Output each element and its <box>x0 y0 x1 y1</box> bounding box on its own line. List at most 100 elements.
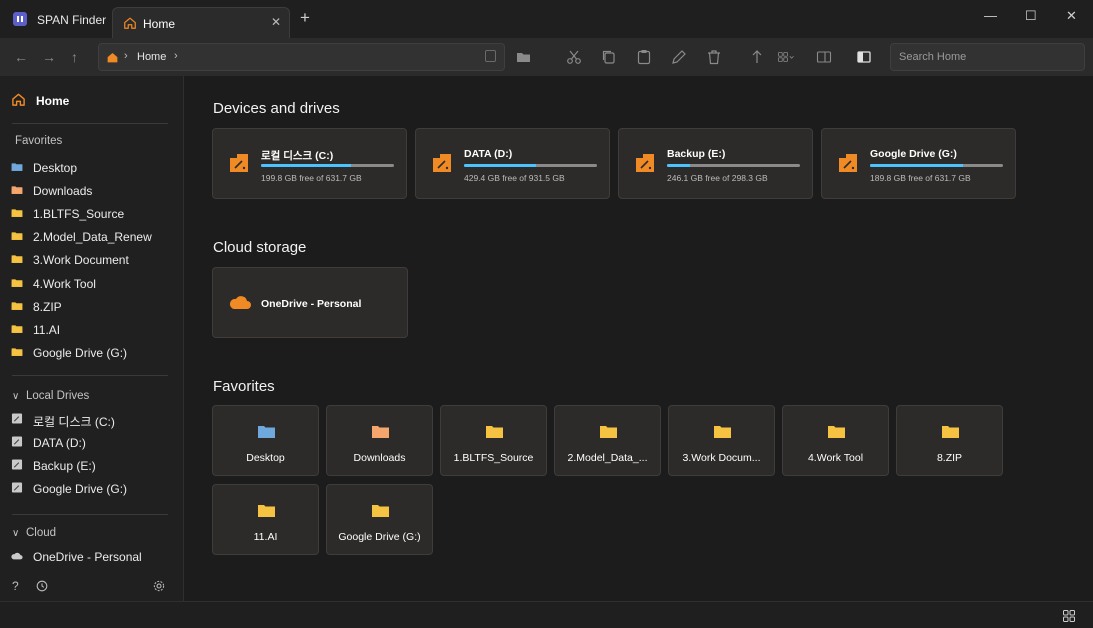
drive-icon <box>433 154 451 172</box>
folder-icon <box>372 426 389 438</box>
address-bar[interactable]: › Home › <box>98 43 505 71</box>
favorite-tile[interactable]: 11.AI <box>212 484 319 555</box>
sidebar-item-drive[interactable]: 로컬 디스크 (C:) <box>11 410 171 430</box>
drive-name: 로컬 디스크 (C:) <box>261 150 334 162</box>
folder-icon <box>11 186 23 195</box>
favorite-tile[interactable]: Desktop <box>212 405 319 476</box>
search-input[interactable] <box>890 43 1085 71</box>
delete-icon[interactable] <box>705 48 723 66</box>
tab-label: Home <box>143 17 176 31</box>
cloud-card-onedrive[interactable]: OneDrive - Personal <box>212 267 408 338</box>
cut-icon[interactable] <box>565 48 583 66</box>
sidebar-item-favorite[interactable]: Google Drive (G:) <box>11 343 171 363</box>
copy-icon[interactable] <box>600 48 618 66</box>
drive-name: Backup (E:) <box>667 148 726 160</box>
section-title-favorites: Favorites <box>213 378 275 395</box>
favorite-tile-label: 1.BLTFS_Source <box>453 452 534 464</box>
drive-name: Google Drive (G:) <box>870 148 957 160</box>
chevron-right-icon[interactable]: › <box>174 50 178 62</box>
sidebar-section-local-drives[interactable]: Local Drives <box>26 390 89 402</box>
cloud-icon <box>11 552 23 560</box>
paste-icon[interactable] <box>635 48 653 66</box>
folder-icon <box>828 426 845 438</box>
sidebar-divider <box>12 514 168 515</box>
drive-card[interactable]: Backup (E:) 246.1 GB free of 298.3 GB <box>618 128 813 199</box>
toolbar: ← → ↑ › Home › <box>0 38 1093 76</box>
sidebar-item-favorite[interactable]: 3.Work Document <box>11 250 171 270</box>
grid-view-icon[interactable] <box>1063 610 1075 622</box>
status-bar <box>0 601 1093 628</box>
chevron-right-icon[interactable]: › <box>124 50 128 62</box>
sidebar-item-label: 로컬 디스크 (C:) <box>33 415 115 429</box>
sidebar-section-favorites: Favorites <box>15 135 63 147</box>
app-logo-icon <box>13 12 27 26</box>
drive-free-space: 429.4 GB free of 931.5 GB <box>464 173 565 183</box>
sidebar-item-favorite[interactable]: 1.BLTFS_Source <box>11 204 171 224</box>
favorite-tile[interactable]: 4.Work Tool <box>782 405 889 476</box>
copy-path-icon[interactable] <box>485 50 496 62</box>
up-button[interactable]: ↑ <box>71 49 78 65</box>
favorite-tile[interactable]: 8.ZIP <box>896 405 1003 476</box>
preview-pane-icon[interactable] <box>815 48 833 66</box>
sidebar: Home Favorites Desktop Downloads 1.BLTFS_S… <box>0 76 184 601</box>
sidebar-item-drive[interactable]: DATA (D:) <box>11 433 171 453</box>
tab-close-icon[interactable]: ✕ <box>271 15 281 29</box>
sidebar-section-cloud[interactable]: Cloud <box>26 527 56 539</box>
favorite-tile[interactable]: Downloads <box>326 405 433 476</box>
history-icon[interactable] <box>35 579 49 593</box>
sidebar-item-home[interactable]: Home <box>11 91 171 111</box>
sidebar-item-favorite[interactable]: 4.Work Tool <box>11 274 171 294</box>
tab-home[interactable]: Home ✕ <box>112 7 290 38</box>
new-folder-icon[interactable] <box>515 48 533 66</box>
sort-icon[interactable] <box>748 48 766 66</box>
sidebar-item-drive[interactable]: Backup (E:) <box>11 456 171 476</box>
help-icon[interactable]: ? <box>12 579 26 593</box>
details-pane-icon[interactable] <box>855 48 873 66</box>
favorite-tile[interactable]: 1.BLTFS_Source <box>440 405 547 476</box>
layout-grid-icon[interactable] <box>777 48 795 66</box>
favorite-tile-label: Google Drive (G:) <box>338 531 421 543</box>
forward-button[interactable]: → <box>42 49 56 65</box>
breadcrumb-home[interactable]: Home <box>137 51 166 63</box>
drive-card[interactable]: 로컬 디스크 (C:) 199.8 GB free of 631.7 GB <box>212 128 407 199</box>
favorite-tile-label: Downloads <box>353 452 406 464</box>
sidebar-item-drive[interactable]: Google Drive (G:) <box>11 479 171 499</box>
drive-card[interactable]: Google Drive (G:) 189.8 GB free of 631.7 … <box>821 128 1016 199</box>
minimize-button[interactable]: — <box>984 8 997 23</box>
maximize-button[interactable]: ☐ <box>1025 8 1037 24</box>
sidebar-item-label: Google Drive (G:) <box>33 482 128 497</box>
drive-usage-fill <box>870 164 964 167</box>
home-icon <box>12 93 25 106</box>
new-tab-button[interactable]: + <box>300 9 310 26</box>
sidebar-item-favorite[interactable]: 2.Model_Data_Renew <box>11 227 171 247</box>
chevron-down-icon[interactable]: ∨ <box>12 391 19 402</box>
sidebar-divider <box>12 375 168 376</box>
back-button[interactable]: ← <box>14 49 28 65</box>
close-button[interactable]: ✕ <box>1066 8 1077 24</box>
rename-icon[interactable] <box>670 48 688 66</box>
folder-icon <box>11 278 23 287</box>
gear-icon[interactable] <box>152 579 166 593</box>
sidebar-item-favorite[interactable]: 8.ZIP <box>11 297 171 317</box>
chevron-down-icon[interactable]: ∨ <box>12 528 19 539</box>
folder-icon <box>600 426 617 438</box>
folder-icon <box>714 426 731 438</box>
sidebar-item-label: OneDrive - Personal <box>33 550 142 564</box>
drive-free-space: 246.1 GB free of 298.3 GB <box>667 173 768 183</box>
sidebar-item-onedrive[interactable]: OneDrive - Personal <box>11 547 171 567</box>
folder-icon <box>11 348 23 356</box>
sidebar-item-favorite[interactable]: Downloads <box>11 181 171 201</box>
cloud-icon <box>229 296 251 309</box>
sidebar-item-label: 11.AI <box>33 322 61 337</box>
sidebar-item-favorite[interactable]: Desktop <box>11 158 171 178</box>
folder-icon <box>942 426 959 438</box>
sidebar-item-favorite[interactable]: 11.AI <box>11 320 171 340</box>
favorite-tile-label: 11.AI <box>253 531 278 543</box>
drive-usage-bar <box>261 164 394 167</box>
folder-icon <box>11 255 23 264</box>
favorite-tile[interactable]: 3.Work Docum... <box>668 405 775 476</box>
favorite-tile[interactable]: Google Drive (G:) <box>326 484 433 555</box>
drive-card[interactable]: DATA (D:) 429.4 GB free of 931.5 GB <box>415 128 610 199</box>
favorite-tile[interactable]: 2.Model_Data_... <box>554 405 661 476</box>
sidebar-item-label: 1.BLTFS_Source <box>33 207 125 222</box>
